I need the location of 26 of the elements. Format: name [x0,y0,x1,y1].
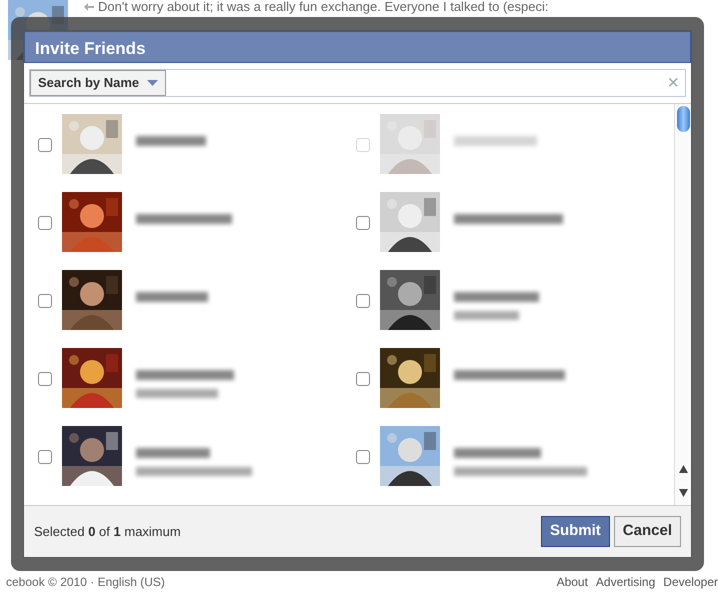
checkbox[interactable] [38,450,52,464]
scroll-down-icon[interactable] [678,488,688,497]
footer-link[interactable]: Developer [663,575,718,589]
selection-count: Selected 0 of 1 maximum [34,522,181,541]
filter-dropdown[interactable]: Search by Name [30,70,166,96]
caret-icon [147,80,158,86]
cancel-button[interactable]: Cancel [614,516,681,547]
checkbox[interactable] [356,450,370,464]
checkbox[interactable] [356,294,370,308]
checkbox[interactable] [38,294,52,308]
checkbox[interactable] [38,216,52,230]
scroll-thumb[interactable] [676,106,690,132]
checkbox[interactable] [38,138,52,152]
submit-button[interactable]: Submit [540,516,610,547]
scroll-up-icon[interactable] [678,464,688,473]
checkbox[interactable] [356,216,370,230]
scrollbar[interactable] [674,104,691,505]
footer-copyright: cebook © 2010 · English (US) [6,575,165,589]
footer-link[interactable]: About [556,575,588,589]
checkbox[interactable] [356,372,370,386]
footer-link[interactable]: Advertising [596,575,656,589]
dialog-title: Invite Friends [24,31,691,63]
reply-arrow-icon [84,3,94,11]
search-field[interactable]: Search by Name × [29,69,686,97]
checkbox[interactable] [38,372,52,386]
comment-text: Don't worry about it; it was a really fun exchange. Everyone I talked to (especi: [98,0,548,14]
